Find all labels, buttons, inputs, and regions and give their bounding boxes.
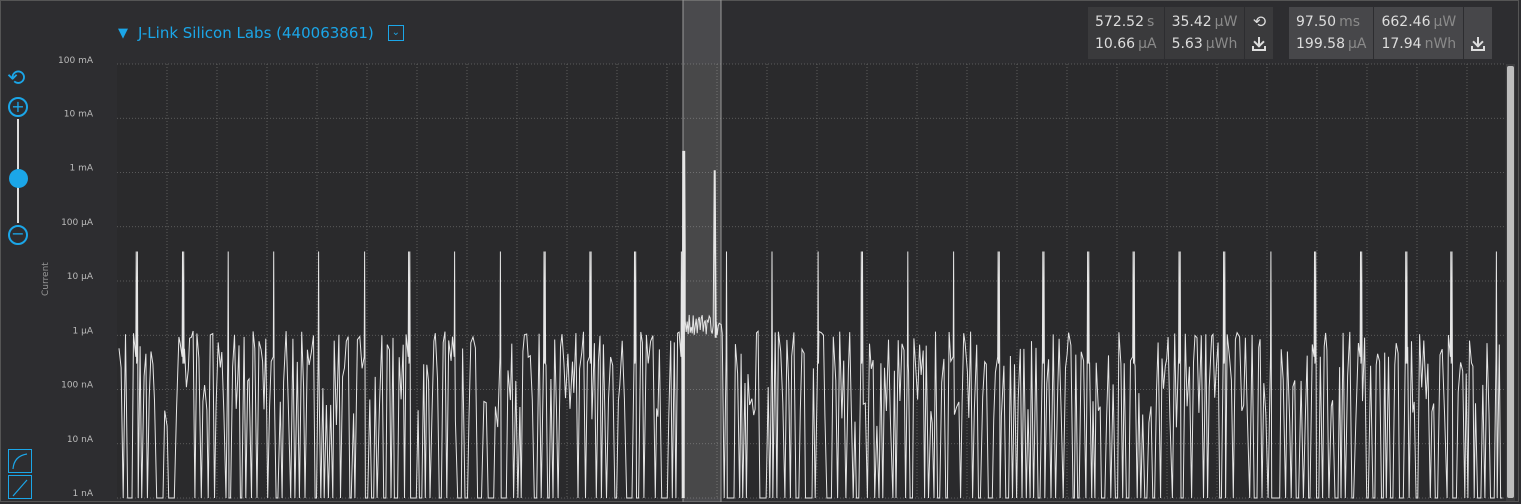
y-tick-label: 100 nA [61,381,94,391]
selection-actions-col [1464,7,1492,59]
y-tick-label: 10 mA [64,109,94,119]
download-icon[interactable] [1252,37,1267,51]
y-tick-label: 1 mA [69,164,93,174]
selection-time-value: 97.50 [1296,14,1337,30]
window-avg-current-value: 10.66 [1095,36,1136,52]
minus-circle-icon[interactable]: − [8,225,28,245]
y-tick-label: 100 µA [61,218,94,228]
selection-avg-current-unit: µA [1348,36,1367,52]
linear-scale-button[interactable] [8,475,32,499]
vertical-scrollbar[interactable] [1506,64,1515,501]
log-curve-icon [12,453,28,470]
selection-avg-power-unit: µW [1433,14,1457,30]
window-energy-unit: µWh [1205,36,1238,52]
linear-line-icon [12,479,28,497]
selection-energy-unit: nWh [1424,36,1457,52]
y-axis-title-wrap: Current [41,262,75,306]
triangle-down-icon[interactable]: ▼ [118,26,128,41]
selection-avg-power-value: 662.46 [1381,14,1431,30]
window-time-unit: s [1147,14,1155,30]
device-header[interactable]: ▼ J-Link Silicon Labs (440063861) ⌄ [118,22,404,44]
selection-avg-current-value: 199.58 [1296,36,1345,52]
chevron-down-box-icon[interactable]: ⌄ [387,25,404,41]
scrollbar-thumb[interactable] [1507,66,1514,498]
window-time-col: 572.52 s 10.66 µA [1088,7,1165,59]
window-energy-value: 5.63 [1171,36,1203,52]
current-chart[interactable]: 100 mA 10 mA 1 mA 100 µA 10 µA 1 µA 100 nA 10 n… [0,0,1521,504]
window-stats-panel: 572.52 s 10.66 µA 35.42 µW 5.63 µWh ⟲ [1088,7,1274,59]
selection-stats-panel: 97.50 ms 199.58 µA 662.46 µW 17.94 nWh [1289,7,1493,59]
y-tick-label: 1 nA [73,489,94,499]
y-tick-label: 100 mA [58,56,94,66]
window-actions-col: ⟲ [1245,7,1273,59]
y-axis-title: Current [41,262,51,296]
selection-power-col: 662.46 µW 17.94 nWh [1374,7,1465,59]
selection-time-col: 97.50 ms 199.58 µA [1289,7,1375,59]
selection-energy-value: 17.94 [1381,36,1422,52]
log-scale-button[interactable] [8,449,32,473]
plus-circle-icon[interactable]: + [8,97,28,117]
window-avg-power-unit: µW [1214,14,1238,30]
download-icon[interactable] [1471,37,1486,51]
window-avg-power-value: 35.42 [1171,14,1212,30]
y-tick-label: 10 nA [67,435,94,445]
window-time-value: 572.52 [1095,14,1144,30]
window-power-col: 35.42 µW 5.63 µWh [1165,7,1246,59]
y-tick-label: 10 µA [67,272,94,282]
device-name[interactable]: J-Link Silicon Labs (440063861) [138,24,374,42]
reset-icon[interactable]: ⟲ [1253,11,1266,33]
selection-time-unit: ms [1339,14,1361,30]
reset-zoom-icon[interactable]: ⟲ [7,68,25,90]
window-avg-current-unit: µA [1138,36,1157,52]
y-tick-label: 1 µA [73,326,94,336]
